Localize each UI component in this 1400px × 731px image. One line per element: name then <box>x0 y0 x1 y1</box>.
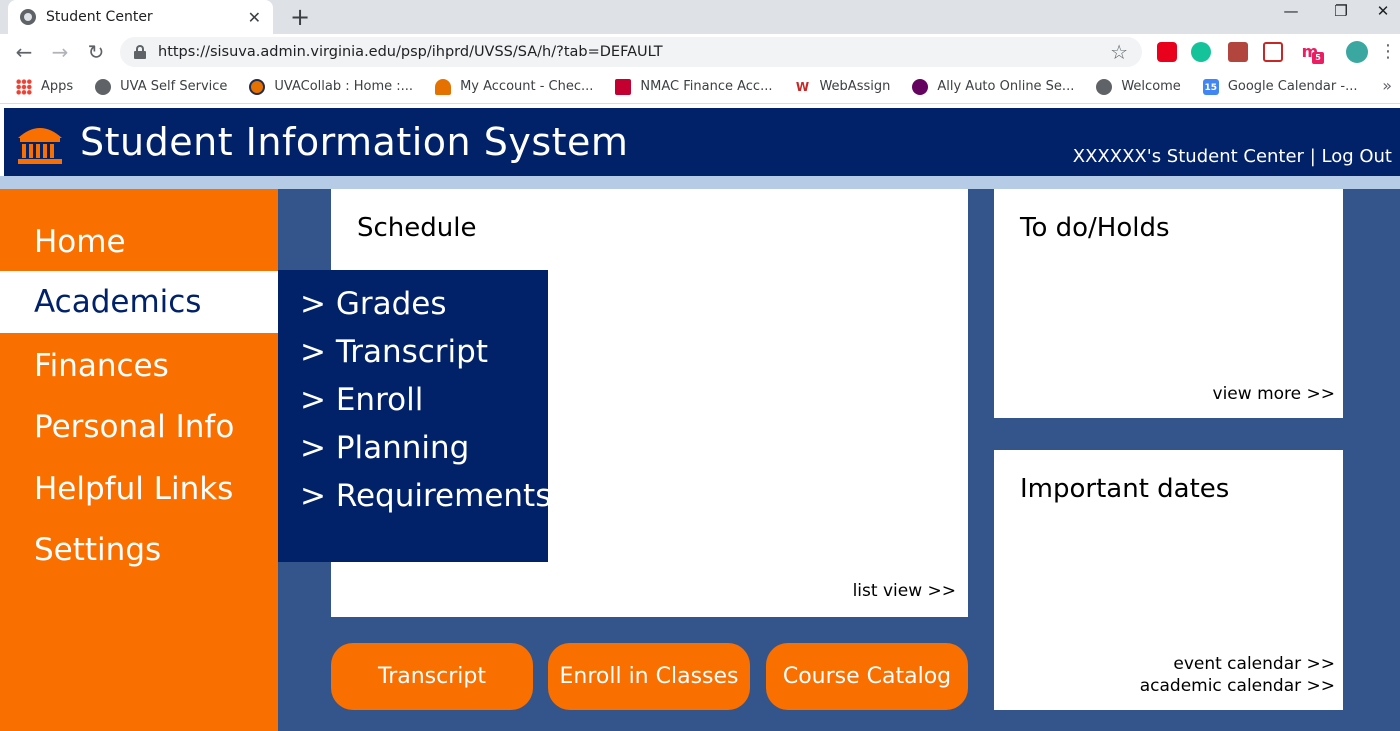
submenu-item-requirements[interactable]: > Requirements <box>300 478 551 514</box>
event-calendar-link[interactable]: event calendar >> <box>1173 654 1335 674</box>
sidebar-nav: Home Academics Finances Personal Info He… <box>0 189 278 731</box>
student-center-link[interactable]: XXXXXX's Student Center <box>1073 146 1304 167</box>
calendar-icon: 15 <box>1202 78 1219 95</box>
schedule-title: Schedule <box>357 213 477 243</box>
course-catalog-button[interactable]: Course Catalog <box>766 643 968 710</box>
bookmark-star-icon[interactable]: ☆ <box>1110 40 1128 64</box>
transcript-button[interactable]: Transcript <box>331 643 533 710</box>
sidebar-item-personal-info[interactable]: Personal Info <box>0 396 278 458</box>
sidebar-item-settings[interactable]: Settings <box>0 519 278 581</box>
todo-holds-card: To do/Holds view more >> <box>994 189 1343 418</box>
user-links-separator: | <box>1303 146 1322 167</box>
globe-icon <box>1096 78 1113 95</box>
important-dates-card: Important dates event calendar >> academ… <box>994 450 1343 710</box>
bookmark-nmac-finance[interactable]: NMAC Finance Acc... <box>615 78 772 95</box>
new-tab-button[interactable]: + <box>288 2 312 32</box>
browser-menu-icon[interactable]: ⋮ <box>1374 38 1400 66</box>
bookmark-webassign[interactable]: W WebAssign <box>794 78 890 95</box>
sidebar-item-academics[interactable]: Academics <box>0 271 278 333</box>
bookmark-my-account[interactable]: My Account - Chec... <box>435 78 593 95</box>
extension-m-icon[interactable]: m5 <box>1300 42 1324 64</box>
sidebar-item-finances[interactable]: Finances <box>0 335 278 397</box>
browser-tab-student-center[interactable]: Student Center ✕ <box>8 0 273 34</box>
nissan-icon <box>615 78 632 95</box>
close-window-button[interactable]: ✕ <box>1366 0 1400 26</box>
bookmark-uva-self-service[interactable]: UVA Self Service <box>95 78 227 95</box>
sis-header: Student Information System XXXXXX's Stud… <box>0 108 1400 176</box>
address-bar[interactable]: https://sisuva.admin.virginia.edu/psp/ih… <box>120 37 1142 67</box>
forward-button[interactable]: → <box>46 38 74 66</box>
browser-toolbar: ← → ↻ https://sisuva.admin.virginia.edu/… <box>0 34 1400 70</box>
rotunda-logo-icon <box>18 128 62 164</box>
lock-icon <box>134 45 146 59</box>
minimize-window-button[interactable]: — <box>1268 0 1314 26</box>
bookmark-ally-auto[interactable]: Ally Auto Online Se... <box>912 78 1074 95</box>
globe-icon <box>20 9 36 25</box>
pdf-extension-icon[interactable] <box>1228 42 1248 62</box>
page-title: Student Information System <box>80 120 629 164</box>
bookmarks-bar: Apps UVA Self Service UVACollab : Home :… <box>0 70 1400 104</box>
browser-tabstrip: Student Center ✕ + — ❐ ✕ <box>0 0 1400 34</box>
adblock-extension-icon[interactable] <box>1157 42 1177 62</box>
bookmark-welcome[interactable]: Welcome <box>1096 78 1181 95</box>
header-accent-bar <box>0 176 1400 189</box>
submenu-item-enroll[interactable]: > Enroll <box>300 382 423 418</box>
more-bookmarks-icon[interactable]: » <box>1382 76 1392 95</box>
pocket-extension-icon[interactable] <box>1263 42 1283 62</box>
apps-grid-icon <box>16 78 32 95</box>
academic-calendar-link[interactable]: academic calendar >> <box>1140 676 1335 696</box>
logout-link[interactable]: Log Out <box>1321 146 1392 167</box>
sidebar-item-home[interactable]: Home <box>0 211 278 273</box>
globe-icon <box>95 78 112 95</box>
uvacollab-icon <box>249 78 266 95</box>
tab-title: Student Center <box>46 9 153 25</box>
ally-icon <box>912 78 929 95</box>
reload-button[interactable]: ↻ <box>82 38 110 66</box>
url-text[interactable]: https://sisuva.admin.virginia.edu/psp/ih… <box>158 44 1110 60</box>
grammarly-extension-icon[interactable] <box>1191 42 1211 62</box>
submenu-item-planning[interactable]: > Planning <box>300 430 469 466</box>
important-dates-title: Important dates <box>1020 474 1230 504</box>
user-links: XXXXXX's Student Center | Log Out <box>1073 146 1392 167</box>
todo-holds-title: To do/Holds <box>1020 213 1170 243</box>
submenu-item-transcript[interactable]: > Transcript <box>300 334 488 370</box>
bookmark-google-calendar[interactable]: 15 Google Calendar -... <box>1202 78 1357 95</box>
enroll-in-classes-button[interactable]: Enroll in Classes <box>548 643 750 710</box>
bank-icon <box>435 78 452 95</box>
profile-avatar[interactable] <box>1346 41 1368 63</box>
submenu-item-grades[interactable]: > Grades <box>300 286 447 322</box>
view-more-link[interactable]: view more >> <box>1213 384 1335 404</box>
academics-submenu: > Grades > Transcript > Enroll > Plannin… <box>278 270 551 562</box>
extension-badge: 5 <box>1312 52 1324 64</box>
restore-window-button[interactable]: ❐ <box>1318 0 1364 26</box>
list-view-link[interactable]: list view >> <box>853 581 956 601</box>
back-button[interactable]: ← <box>10 38 38 66</box>
sidebar-item-helpful-links[interactable]: Helpful Links <box>0 458 278 520</box>
bookmark-apps[interactable]: Apps <box>16 78 73 95</box>
webassign-icon: W <box>794 78 811 95</box>
close-tab-icon[interactable]: ✕ <box>248 8 261 27</box>
bookmark-uvacollab[interactable]: UVACollab : Home :... <box>249 78 413 95</box>
